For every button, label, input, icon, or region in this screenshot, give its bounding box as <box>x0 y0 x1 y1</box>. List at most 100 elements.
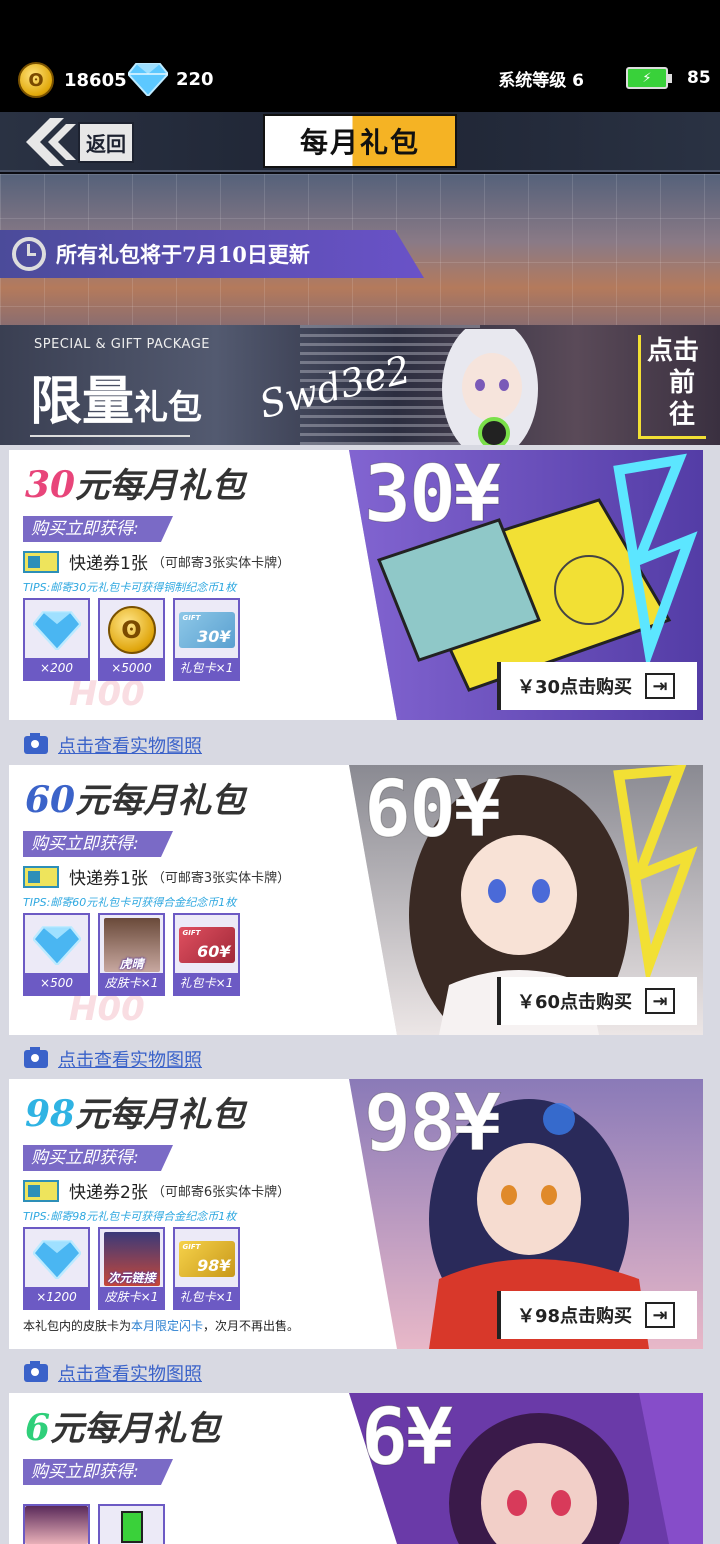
limited-title-big: 限量 <box>30 371 135 432</box>
reward-item-diamond[interactable]: ×1200 <box>23 1227 90 1310</box>
view-photo-link-30[interactable]: 点击查看实物图照 <box>24 732 202 758</box>
giftcard-icon: 98¥ <box>178 1241 235 1277</box>
back-label: 返回 <box>78 121 134 163</box>
reward-item-giftcard[interactable]: 60¥ 礼包卡×1 <box>173 913 240 996</box>
skin-card-icon: 虎晴 <box>103 918 160 972</box>
enter-arrow-icon: ⇥ <box>645 988 675 1014</box>
photo-link-text: 点击查看实物图照 <box>58 1364 202 1385</box>
buy-button-60[interactable]: ￥60点击购买 ⇥ <box>497 977 697 1025</box>
reward-items: ×1200 次元链接 皮肤卡×1 98¥ 礼包卡×1 <box>23 1227 240 1310</box>
ticket-icon <box>23 865 59 888</box>
clock-icon <box>12 237 46 271</box>
reward-item-diamond[interactable]: ×500 <box>23 913 90 996</box>
voucher-row: 快递券2张 （可邮寄6张实体卡牌） <box>23 1178 290 1203</box>
buy-label: ￥30点击购买 <box>517 677 633 698</box>
package-card-6: 6¥ 6元每月礼包 购买立即获得: <box>9 1393 703 1544</box>
get-label: 购买立即获得: <box>23 831 173 857</box>
voucher-note: （可邮寄6张实体卡牌） <box>151 1185 291 1200</box>
goto-line2: 前往 <box>669 368 696 430</box>
limited-subtitle: SPECIAL & GIFT PACKAGE <box>34 337 210 352</box>
page-title: 每月礼包 <box>263 114 457 168</box>
price-watermark: 30¥ <box>364 450 502 541</box>
get-label: 购买立即获得: <box>23 1145 173 1171</box>
price-watermark: 60¥ <box>364 765 502 856</box>
note-prefix: 本礼包内的皮肤卡为 <box>23 1319 132 1333</box>
enter-arrow-icon: ⇥ <box>645 1302 675 1328</box>
package-title: 98元每月礼包 <box>25 1087 245 1136</box>
package-card-30: H00 30¥ 30元每月礼包 购买立即获得: 快递券1张 （可邮寄3张实体卡牌… <box>9 450 703 720</box>
ticket-icon <box>23 550 59 573</box>
reward-item-label: ×1200 <box>25 1287 88 1308</box>
ticket-icon <box>23 1179 59 1202</box>
limited-package-banner[interactable]: SPECIAL & GIFT PACKAGE 限量礼包 Swd3e2 点击 前往 <box>0 325 720 445</box>
reward-items <box>23 1504 165 1544</box>
coin-counter: ʘ 18605 <box>18 62 127 98</box>
view-photo-link-98[interactable]: 点击查看实物图照 <box>24 1360 202 1386</box>
buy-button-30[interactable]: ￥30点击购买 ⇥ <box>497 662 697 710</box>
character-illustration <box>442 329 538 445</box>
voucher-text: 快递券1张 <box>69 869 148 889</box>
update-notice: 所有礼包将于7月10日更新 <box>0 230 424 278</box>
battery-value: 85 <box>687 68 711 88</box>
reward-item-skin[interactable] <box>23 1504 90 1544</box>
coin-icon: ʘ <box>107 606 156 654</box>
back-button[interactable]: 返回 <box>22 118 134 166</box>
reward-item-coin[interactable]: ʘ ×5000 <box>98 598 165 681</box>
price-watermark: 98¥ <box>364 1079 502 1170</box>
reward-item-label: 皮肤卡×1 <box>100 1287 163 1308</box>
view-photo-link-60[interactable]: 点击查看实物图照 <box>24 1046 202 1072</box>
chevron-left-icon <box>26 118 76 166</box>
tips-text: TIPS:邮寄30元礼包卡可获得铜制纪念币1枚 <box>23 581 237 594</box>
voucher-row: 快递券1张 （可邮寄3张实体卡牌） <box>23 549 290 574</box>
reward-item-label: ×500 <box>25 973 88 994</box>
diamond-icon <box>32 1240 81 1279</box>
package-price-number: 30 <box>25 464 76 506</box>
voucher-text: 快递券2张 <box>69 1183 148 1203</box>
status-bar: ʘ 18605 220 系统等级 6 ⚡ 85 <box>0 0 720 112</box>
reward-item-skin[interactable]: 虎晴 皮肤卡×1 <box>98 913 165 996</box>
package-title: 60元每月礼包 <box>25 773 245 822</box>
reward-item-giftcard[interactable]: 98¥ 礼包卡×1 <box>173 1227 240 1310</box>
package-price-number: 98 <box>25 1093 76 1135</box>
photo-link-text: 点击查看实物图照 <box>58 1050 202 1071</box>
skin-card-note: 本礼包内的皮肤卡为本月限定闪卡，次月不再出售。 <box>23 1317 299 1334</box>
enter-arrow-icon: ⇥ <box>645 673 675 699</box>
goto-line1: 点击 <box>647 336 700 366</box>
get-label: 购买立即获得: <box>23 1459 173 1485</box>
tips-text: TIPS:邮寄98元礼包卡可获得合金纪念币1枚 <box>23 1210 237 1223</box>
reward-item-skin[interactable]: 次元链接 皮肤卡×1 <box>98 1227 165 1310</box>
camera-icon <box>24 1047 48 1068</box>
goto-button[interactable]: 点击 前往 <box>638 335 706 439</box>
diamond-icon <box>128 63 168 96</box>
giftcard-icon: 30¥ <box>178 612 235 648</box>
diamond-icon <box>32 926 81 965</box>
voucher-note: （可邮寄3张实体卡牌） <box>151 556 291 571</box>
skin-card-icon: 次元链接 <box>103 1232 160 1286</box>
buy-label: ￥60点击购买 <box>517 992 633 1013</box>
note-suffix: ，次月不再出售。 <box>203 1319 300 1333</box>
reward-item-giftcard[interactable]: 30¥ 礼包卡×1 <box>173 598 240 681</box>
reward-item-label: 礼包卡×1 <box>175 658 238 679</box>
package-title-suffix: 元每月礼包 <box>75 466 246 506</box>
package-price-number: 6 <box>25 1407 51 1449</box>
reward-item-label: 皮肤卡×1 <box>100 973 163 994</box>
reward-items: ×200 ʘ ×5000 30¥ 礼包卡×1 <box>23 598 240 681</box>
reward-item-label: 礼包卡×1 <box>175 1287 238 1308</box>
system-level: 系统等级 6 <box>498 71 584 91</box>
buy-label: ￥98点击购买 <box>517 1306 633 1327</box>
package-card-60: H00 60¥ 60元每月礼包 购买立即获得: 快递券1张 （可邮寄3张实体卡牌… <box>9 765 703 1035</box>
reward-item-diamond[interactable]: ×200 <box>23 598 90 681</box>
reward-item-label: ×5000 <box>100 658 163 679</box>
buy-button-98[interactable]: ￥98点击购买 ⇥ <box>497 1291 697 1339</box>
voucher-row: 快递券1张 （可邮寄3张实体卡牌） <box>23 864 290 889</box>
giftcard-icon: 60¥ <box>178 927 235 963</box>
camera-icon <box>24 733 48 754</box>
package-title-suffix: 元每月礼包 <box>75 781 246 821</box>
limited-title: 限量礼包 <box>30 359 202 434</box>
photo-link-text: 点击查看实物图照 <box>58 736 202 757</box>
reward-item-battery[interactable] <box>98 1504 165 1544</box>
price-watermark: 6¥ <box>361 1393 454 1484</box>
divider <box>30 435 190 437</box>
skin-name: 次元链接 <box>107 1271 156 1285</box>
camera-icon <box>24 1361 48 1382</box>
